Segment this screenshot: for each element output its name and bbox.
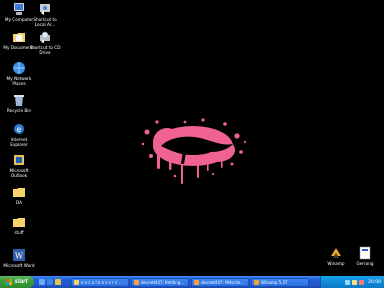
desktop-icon-label: stuff [14, 230, 24, 235]
taskbar-button-browser-1[interactable]: devnet447: Ketding... [131, 277, 189, 287]
desktop-icon-label: Microsoft Outlook [9, 168, 29, 178]
desktop-icon-gerrang[interactable]: Gerrang [346, 246, 384, 266]
task-label: devnet447: Mdsche... [201, 279, 245, 285]
outlook-icon[interactable] [55, 279, 61, 285]
winamp-icon [331, 248, 341, 258]
outlook-icon [14, 155, 24, 165]
internet-explorer-icon: e [14, 124, 24, 134]
desktop-icon-internet-explorer[interactable]: e Internet Explorer [0, 122, 38, 147]
desktop-icon-label: Recycle Bin [6, 108, 32, 113]
svg-text:W: W [15, 252, 24, 261]
start-label: start [14, 279, 28, 285]
internet-explorer-icon[interactable] [47, 279, 53, 285]
desktop-icon-label: DA [15, 200, 22, 205]
network-icon [13, 62, 25, 74]
desktop: My Computer My Documents My Network Plac… [0, 0, 384, 288]
desktop-icon-shortcut-cd-drive[interactable]: Shortcut to CD Drive [25, 30, 65, 55]
svg-text:e: e [17, 125, 22, 134]
browser-window-icon [194, 279, 199, 285]
taskbar-button-winamp[interactable]: Winamp 5.37 [251, 277, 309, 287]
desktop-icon-label: Shortcut to CD Drive [29, 45, 61, 55]
desktop-icon-label: Gerrang [356, 261, 374, 266]
folder-icon [13, 218, 25, 227]
task-label: Winamp 5.37 [261, 279, 288, 285]
word-icon: W [13, 249, 25, 261]
folder-window-icon [74, 279, 79, 285]
cd-drive-icon [40, 31, 50, 43]
desktop-icon-stuff-folder[interactable]: stuff [0, 215, 38, 235]
task-label: devnet447: Ketding... [141, 279, 185, 285]
taskbar: start v e s u l k o v s r s . . . devnet… [0, 276, 384, 288]
desktop-icon-label: Internet Explorer [10, 137, 28, 147]
task-label: v e s u l k o v s r s . . . [81, 279, 125, 285]
winamp-icon [254, 279, 259, 285]
desktop-icon-my-network-places[interactable]: My Network Places [0, 61, 38, 86]
start-button[interactable]: start [0, 276, 34, 288]
security-tray-icon[interactable] [359, 279, 365, 285]
desktop-icon-label: Shortcut to Local Ar... [33, 17, 57, 27]
gerrang-icon [359, 246, 371, 260]
taskbar-button-explorer[interactable]: v e s u l k o v s r s . . . [71, 277, 129, 287]
windows-flag-icon [6, 279, 13, 285]
desktop-icon-label: Winamp [327, 261, 345, 266]
recycle-bin-icon [14, 95, 24, 106]
browser-window-icon [134, 279, 139, 285]
desktop-icon-label: Microsoft Word [3, 263, 35, 268]
volume-tray-icon[interactable] [352, 279, 358, 285]
computer-icon [14, 3, 24, 15]
show-desktop-icon[interactable] [39, 279, 45, 285]
quick-launch-bar [39, 279, 69, 285]
desktop-icon-label: My Network Places [6, 76, 32, 86]
network-tray-icon[interactable] [345, 279, 351, 285]
desktop-icon-microsoft-word[interactable]: W Microsoft Word [0, 248, 38, 268]
folder-icon [13, 188, 25, 197]
system-tray: 20:08 [320, 276, 384, 288]
desktop-icon-shortcut-local-area[interactable]: Shortcut to Local Ar... [25, 2, 65, 27]
desktop-icon-da-folder[interactable]: DA [0, 185, 38, 205]
desktop-icon-recycle-bin[interactable]: Recycle Bin [0, 93, 38, 113]
taskbar-button-browser-2[interactable]: devnet447: Mdsche... [191, 277, 249, 287]
clock[interactable]: 20:08 [368, 280, 381, 285]
desktop-icon-microsoft-outlook[interactable]: Microsoft Outlook [0, 153, 38, 178]
wallpaper-splatter-image [141, 118, 247, 184]
folder-docs-icon [13, 33, 25, 42]
shortcut-icon [40, 4, 50, 15]
